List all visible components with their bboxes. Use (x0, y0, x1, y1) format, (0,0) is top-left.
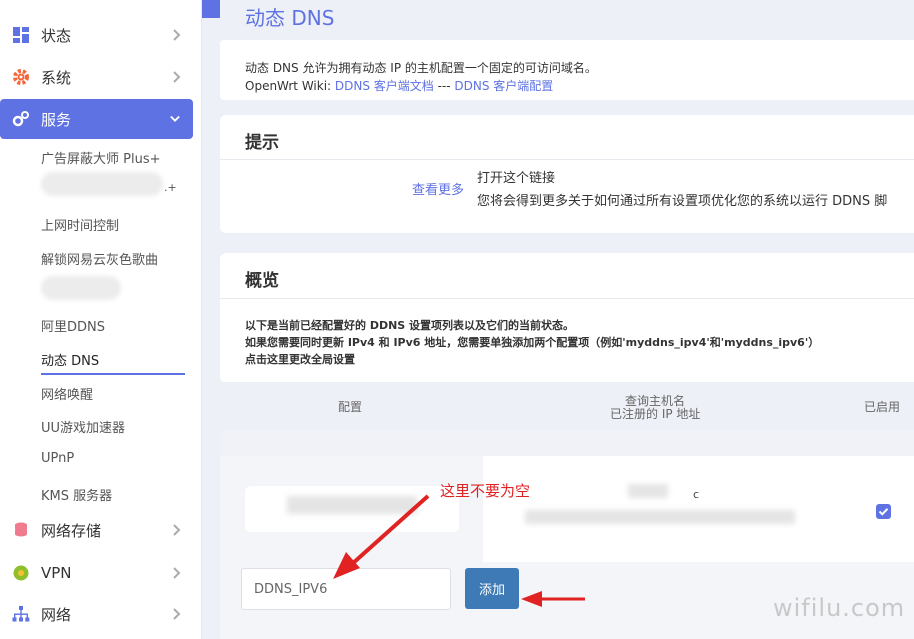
sub-item-upnp[interactable]: UPnP (41, 451, 74, 466)
wiki-client-config-link[interactable]: DDNS 客户端配置 (454, 79, 553, 93)
sub-item-uu[interactable]: UU游戏加速器 (41, 417, 125, 436)
nav-system[interactable]: 系统 (0, 57, 202, 97)
checkmark-icon (878, 508, 889, 516)
overview-card: 概览 以下是当前已经配置好的 DDNS 设置项列表以及它们的当前状态。 如果您需… (220, 253, 914, 383)
table-header: 配置 查询主机名 已注册的 IP 地址 已启用 (220, 382, 914, 430)
vpn-icon (13, 565, 29, 581)
chevron-right-icon (173, 567, 181, 579)
add-button[interactable]: 添加 (465, 568, 519, 609)
dashboard-icon (13, 27, 29, 43)
nav-vpn[interactable]: VPN (0, 553, 202, 593)
gear-icon (13, 69, 29, 85)
global-settings-link[interactable]: 点击这里更改全局设置 (245, 351, 355, 367)
annotation-text: 这里不要为空 (440, 482, 531, 500)
active-underline (41, 373, 185, 375)
overview-line1: 以下是当前已经配置好的 DDNS 设置项列表以及它们的当前状态。 (245, 319, 575, 332)
hostname-fragment: c (693, 488, 700, 501)
nav-status-label: 状态 (41, 26, 72, 45)
wiki-links: OpenWrt Wiki: DDNS 客户端文档 --- DDNS 客户端配置 (245, 77, 553, 94)
nav-network-label: 网络 (41, 605, 72, 624)
enabled-checkbox[interactable] (876, 504, 891, 519)
hint-title: 提示 (245, 133, 279, 153)
divider (220, 159, 914, 160)
config-cell[interactable] (245, 486, 459, 532)
blurred-item (41, 172, 163, 196)
table-row: c (220, 456, 914, 562)
see-more-link[interactable]: 查看更多 (412, 179, 464, 198)
sub-item-ddns[interactable]: 动态 DNS (41, 350, 99, 369)
page-title: 动态 DNS (245, 6, 335, 30)
nav-services-label: 服务 (41, 110, 72, 129)
sub-item-aliddns[interactable]: 阿里DDNS (41, 316, 105, 335)
chevron-right-icon (173, 29, 181, 41)
watermark: wifilu.com (773, 594, 906, 622)
chevron-right-icon (173, 608, 181, 620)
hint-detail-text: 您将会得到更多关于如何通过所有设置项优化您的系统以运行 DDNS 脚 (477, 194, 888, 209)
wiki-separator: --- (433, 79, 455, 93)
col-config: 配置 (338, 400, 363, 414)
blurred-hostname (628, 484, 668, 498)
database-icon (15, 522, 27, 537)
overview-title: 概览 (245, 271, 279, 291)
nav-services[interactable]: 服务 (0, 99, 193, 139)
nav-network[interactable]: 网络 (0, 594, 202, 634)
blurred-config-name (287, 496, 417, 514)
sub-item-wol[interactable]: 网络唤醒 (41, 384, 93, 403)
divider (220, 298, 914, 299)
blurred-ip (525, 510, 795, 524)
chevron-right-icon (173, 71, 181, 83)
chevron-down-icon (170, 115, 180, 122)
new-config-name-input[interactable] (241, 568, 451, 610)
sub-item-kms[interactable]: KMS 服务器 (41, 485, 112, 504)
sub-item-blurred-suffix[interactable]: .+ (164, 181, 177, 194)
wiki-client-doc-link[interactable]: DDNS 客户端文档 (335, 79, 434, 93)
nav-storage-label: 网络存储 (41, 521, 102, 540)
col-registered-ip: 已注册的 IP 地址 (610, 407, 701, 421)
page-description: 动态 DNS 允许为拥有动态 IP 的主机配置一个固定的可访问域名。 (245, 61, 597, 75)
chevron-right-icon (173, 524, 181, 536)
hint-open-link-text: 打开这个链接 (477, 171, 556, 186)
sub-item-time-control[interactable]: 上网时间控制 (41, 215, 119, 234)
network-icon (12, 606, 30, 622)
hint-card: 提示 查看更多 打开这个链接 您将会得到更多关于如何通过所有设置项优化您的系统以… (220, 115, 914, 233)
blurred-item (41, 276, 121, 300)
wiki-prefix: OpenWrt Wiki: (245, 79, 335, 93)
header-accent (202, 0, 220, 18)
sub-item-unblock-music[interactable]: 解锁网易云灰色歌曲 (41, 249, 158, 268)
nav-system-label: 系统 (41, 68, 72, 87)
overview-line2: 如果您需要同时更新 IPv4 和 IPv6 地址，您需要单独添加两个配置项（例如… (245, 336, 820, 349)
nav-storage[interactable]: 网络存储 (0, 510, 202, 550)
sub-item-adblock[interactable]: 广告屏蔽大师 Plus+ (41, 148, 161, 167)
services-icon (12, 111, 29, 127)
nav-vpn-label: VPN (41, 564, 72, 582)
hostname-cell: c (483, 456, 914, 562)
nav-status[interactable]: 状态 (0, 15, 202, 55)
col-enabled: 已启用 (864, 400, 901, 414)
sidebar: 状态 系统 服务 广告屏蔽大师 Plus+ .+ 上网时间控制 解锁网易云灰色歌… (0, 0, 202, 639)
table-spacer (220, 430, 914, 456)
